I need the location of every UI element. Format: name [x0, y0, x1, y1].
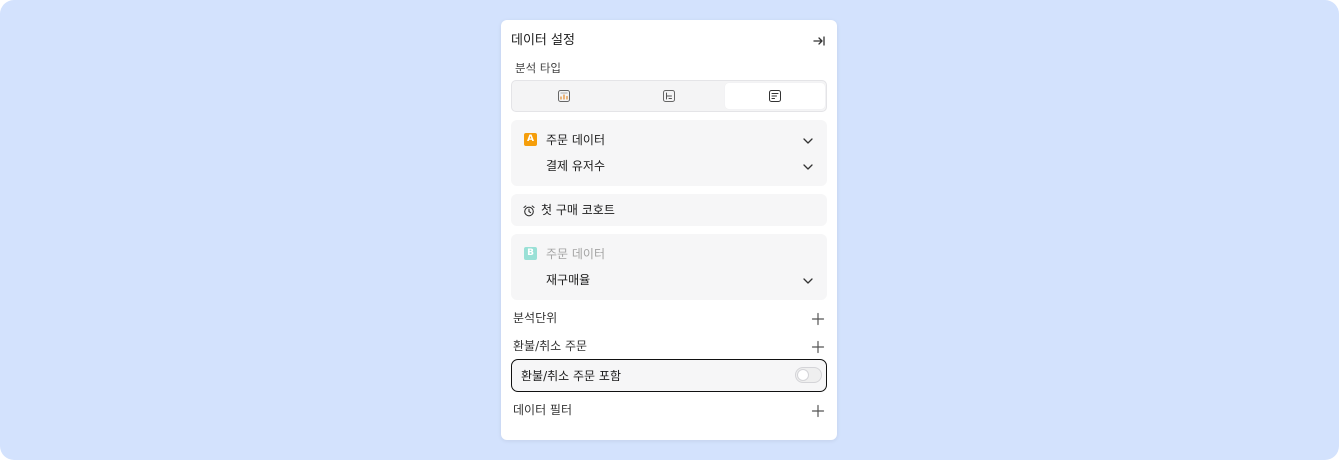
data-filter-label: 데이터 필터 [513, 403, 573, 417]
data-filter-row: 데이터 필터 [513, 401, 827, 419]
analysis-type-cohort-button[interactable] [725, 83, 825, 109]
analysis-type-label: 분석 타입 [515, 61, 561, 75]
collapse-right-icon[interactable] [811, 33, 827, 49]
chevron-down-icon[interactable] [801, 159, 815, 173]
data-settings-panel: 데이터 설정 분석 타입 A 주문 데이터 결제 유저수 첫 구매 코호트 B … [501, 20, 837, 440]
refund-cancel-label: 환불/취소 주문 [513, 339, 588, 353]
include-refund-toggle[interactable] [795, 367, 822, 383]
panel-title: 데이터 설정 [511, 33, 575, 48]
analysis-unit-label: 분석단위 [513, 311, 558, 325]
event-a-source: 주문 데이터 [546, 133, 606, 147]
analysis-unit-row: 분석단위 [513, 309, 827, 327]
add-refund-cancel-plus-icon[interactable] [811, 339, 825, 354]
event-b-card: B 주문 데이터 재구매율 [511, 234, 827, 300]
event-b-badge: B [524, 247, 537, 260]
analysis-type-selector [511, 80, 827, 112]
canvas-background: 데이터 설정 분석 타입 A 주문 데이터 결제 유저수 첫 구매 코호트 B … [0, 0, 1339, 460]
analysis-type-bar-button[interactable] [514, 83, 614, 109]
toggle-knob [797, 369, 809, 381]
add-data-filter-plus-icon[interactable] [811, 403, 825, 418]
cohort-card[interactable]: 첫 구매 코호트 [511, 194, 827, 226]
event-a-card: A 주문 데이터 결제 유저수 [511, 120, 827, 186]
event-b-metric: 재구매율 [546, 273, 591, 287]
event-a-metric: 결제 유저수 [546, 159, 606, 173]
analysis-type-funnel-button[interactable] [619, 83, 719, 109]
event-a-badge: A [524, 133, 537, 146]
refund-cancel-row: 환불/취소 주문 [513, 337, 827, 355]
chevron-down-icon[interactable] [801, 133, 815, 147]
alarm-clock-icon [522, 203, 536, 217]
funnel-chart-icon [663, 90, 675, 102]
cohort-table-icon [769, 90, 781, 102]
add-analysis-unit-plus-icon[interactable] [811, 311, 825, 326]
include-refund-row[interactable]: 환불/취소 주문 포함 [511, 359, 827, 392]
bar-chart-icon [558, 90, 570, 102]
event-b-source: 주문 데이터 [546, 247, 606, 261]
chevron-down-icon[interactable] [801, 273, 815, 287]
cohort-label: 첫 구매 코호트 [541, 203, 615, 217]
panel-header: 데이터 설정 [511, 32, 827, 50]
include-refund-label: 환불/취소 주문 포함 [521, 369, 621, 383]
